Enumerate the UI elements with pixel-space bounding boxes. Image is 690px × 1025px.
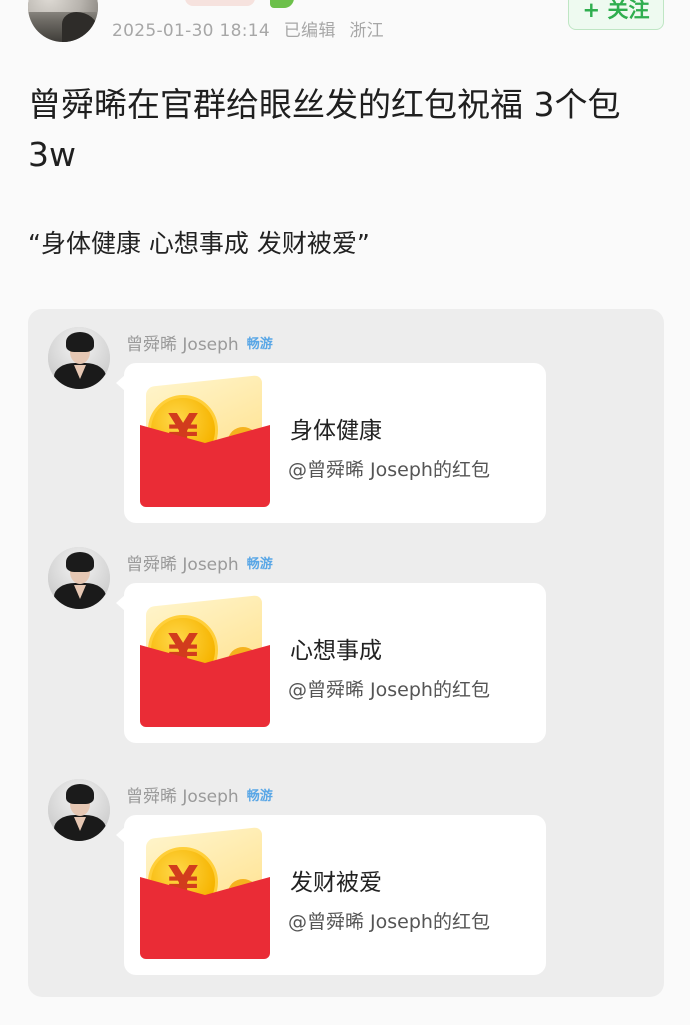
red-packet-from: @曾舜晞 Joseph的红包 [288, 459, 490, 481]
chat-screenshot[interactable]: 曾舜晞 Joseph 畅游 ¥ 身体健康 @曾舜晞 Joseph的红包 曾舜晞 … [28, 309, 664, 997]
red-packet-wish: 身体健康 [290, 418, 382, 444]
post-location: 浙江 [349, 21, 384, 41]
post-page: 2025-01-30 18:14 已编辑 浙江 + 关注 曾舜晞在官群给眼丝发的… [0, 0, 690, 1025]
post-edited-label: 已编辑 [283, 21, 336, 41]
sender-name: 曾舜晞 Joseph [126, 554, 239, 575]
sender-tag: 畅游 [246, 556, 273, 572]
red-packet-wish: 发财被爱 [290, 870, 382, 896]
sender-name: 曾舜晞 Joseph [126, 334, 239, 355]
sender-tag: 畅游 [246, 788, 273, 804]
red-packet-icon: ¥ [140, 826, 270, 959]
poster-name-redacted [185, 0, 255, 6]
post-title: 曾舜晞在官群给眼丝发的红包祝福 3个包3w [28, 85, 621, 174]
sender-avatar [48, 547, 110, 609]
post-meta: 2025-01-30 18:14 已编辑 浙江 [112, 16, 392, 41]
sender-line: 曾舜晞 Joseph 畅游 [126, 331, 273, 355]
follow-button[interactable]: + 关注 [568, 0, 664, 30]
poster-avatar[interactable] [28, 0, 98, 42]
red-packet-card[interactable]: ¥ 发财被爱 @曾舜晞 Joseph的红包 [116, 815, 546, 975]
avatar-sky [28, 0, 98, 12]
chat-message: 曾舜晞 Joseph 畅游 ¥ 发财被爱 @曾舜晞 Joseph的红包 [28, 761, 664, 983]
sender-line: 曾舜晞 Joseph 畅游 [126, 551, 273, 575]
chat-message: 曾舜晞 Joseph 畅游 ¥ 身体健康 @曾舜晞 Joseph的红包 [28, 309, 664, 531]
red-packet-from: @曾舜晞 Joseph的红包 [288, 679, 490, 701]
avatar-tree [62, 12, 98, 42]
red-packet-from: @曾舜晞 Joseph的红包 [288, 911, 490, 933]
red-packet-card[interactable]: ¥ 身体健康 @曾舜晞 Joseph的红包 [116, 363, 546, 523]
post-timestamp: 2025-01-30 18:14 [112, 21, 270, 41]
sender-avatar [48, 327, 110, 389]
post-header: 2025-01-30 18:14 已编辑 浙江 + 关注 [0, 0, 690, 80]
sender-name: 曾舜晞 Joseph [126, 786, 239, 807]
red-packet-icon: ¥ [140, 374, 270, 507]
sender-line: 曾舜晞 Joseph 畅游 [126, 783, 273, 807]
red-packet-wish: 心想事成 [290, 638, 382, 664]
post-quote: “身体健康 心想事成 发财被爱” [28, 229, 370, 258]
red-packet-card[interactable]: ¥ 心想事成 @曾舜晞 Joseph的红包 [116, 583, 546, 743]
sender-tag: 畅游 [246, 336, 273, 352]
chat-message: 曾舜晞 Joseph 畅游 ¥ 心想事成 @曾舜晞 Joseph的红包 [28, 529, 664, 751]
red-packet-icon: ¥ [140, 594, 270, 727]
sender-avatar [48, 779, 110, 841]
leaf-badge-icon [270, 0, 294, 8]
